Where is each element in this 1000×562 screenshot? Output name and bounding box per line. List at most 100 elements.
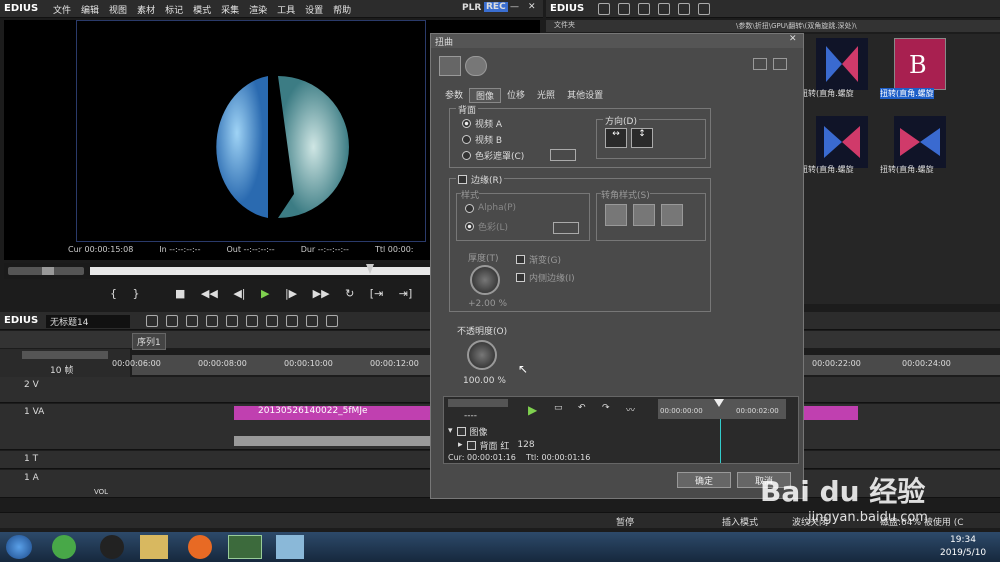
border-checkbox[interactable]: [458, 174, 467, 184]
border-color-swatch[interactable]: [553, 222, 579, 234]
paste-icon[interactable]: [286, 315, 298, 327]
overwrite-icon[interactable]: ⇥]: [399, 287, 413, 300]
collapse-icon[interactable]: ▸: [458, 440, 463, 450]
properties-icon[interactable]: [678, 3, 690, 15]
ok-button[interactable]: 确定: [677, 472, 731, 488]
color-swatch[interactable]: [550, 149, 576, 161]
position-slider[interactable]: [90, 267, 430, 275]
taskbar-app-icon[interactable]: [52, 535, 76, 559]
tab-other[interactable]: 其他设置: [561, 88, 609, 103]
status-insert-mode[interactable]: 插入模式: [722, 515, 758, 528]
radio-video-a[interactable]: [462, 118, 471, 128]
kf-loop-icon[interactable]: ▭: [554, 403, 563, 413]
menu-help[interactable]: 帮助: [333, 3, 351, 16]
horizontal-icon[interactable]: ↔: [605, 128, 627, 148]
open-icon[interactable]: [206, 315, 218, 327]
effect-label-4[interactable]: 扭转(直角.螺旋: [880, 164, 934, 175]
track-name[interactable]: 1 T: [24, 454, 38, 464]
vertical-icon[interactable]: ↕: [631, 128, 653, 148]
loop-icon[interactable]: ↻: [345, 287, 354, 300]
new-icon[interactable]: [186, 315, 198, 327]
set-out-icon[interactable]: }: [133, 287, 140, 300]
project-name[interactable]: 无标题14: [46, 315, 130, 328]
rewind-icon[interactable]: ◀◀: [201, 287, 218, 300]
thickness-knob[interactable]: [470, 265, 500, 295]
menu-render[interactable]: 渲染: [249, 3, 267, 16]
save-icon[interactable]: [226, 315, 238, 327]
radio-color[interactable]: [465, 221, 474, 231]
tab-image[interactable]: 图像: [469, 88, 502, 103]
menu-edit[interactable]: 编辑: [81, 3, 99, 16]
effect-thumb-2[interactable]: B: [894, 38, 946, 90]
kf-playhead[interactable]: [714, 399, 724, 407]
menu-clip[interactable]: 素材: [137, 3, 155, 16]
shuttle-slider[interactable]: [8, 267, 84, 275]
track-name[interactable]: 2 V: [24, 380, 39, 390]
opacity-knob[interactable]: [467, 340, 497, 370]
kf-play-icon[interactable]: ▶: [528, 403, 537, 417]
tab-lighting[interactable]: 光照: [531, 88, 561, 103]
search-icon[interactable]: [698, 3, 710, 15]
radio-alpha[interactable]: [465, 203, 474, 213]
plr-label[interactable]: PLR: [462, 3, 481, 13]
rec-label[interactable]: REC: [484, 2, 508, 12]
taskbar-explorer-icon[interactable]: [140, 535, 168, 559]
image-keyframe-checkbox[interactable]: [456, 426, 466, 436]
undo-icon[interactable]: [773, 58, 787, 70]
menu-mode[interactable]: 模式: [193, 3, 211, 16]
minimize-icon[interactable]: —: [510, 2, 519, 12]
menu-view[interactable]: 视图: [109, 3, 127, 16]
folder-icon[interactable]: [598, 3, 610, 15]
step-back-icon[interactable]: ◀|: [233, 287, 245, 300]
zoom-slider[interactable]: [22, 351, 108, 359]
up-icon[interactable]: [618, 3, 630, 15]
radio-video-b[interactable]: [462, 134, 471, 144]
keyframe-field[interactable]: ----: [464, 411, 477, 421]
cut-icon[interactable]: [246, 315, 258, 327]
kf-next-icon[interactable]: ↷: [602, 403, 610, 413]
new-sequence-icon[interactable]: [146, 315, 158, 327]
track-name[interactable]: 1 A: [24, 473, 39, 483]
ripple-icon[interactable]: [326, 315, 338, 327]
delete-icon[interactable]: [658, 3, 670, 15]
taskbar-firefox-icon[interactable]: [188, 535, 212, 559]
copy-icon[interactable]: [266, 315, 278, 327]
add-icon[interactable]: [638, 3, 650, 15]
effect-label-2[interactable]: 扭转(直角.螺旋: [880, 88, 934, 99]
step-forward-icon[interactable]: |▶: [285, 287, 297, 300]
inner-edge-checkbox[interactable]: [516, 272, 525, 282]
effect-label-3[interactable]: 扭转(直角.螺旋: [800, 164, 854, 175]
taskbar-app2-icon[interactable]: [276, 535, 304, 559]
effect-label-1[interactable]: 扭转(直角.螺旋: [800, 88, 854, 99]
menu-settings[interactable]: 设置: [305, 3, 323, 16]
taskbar-edius-icon[interactable]: [228, 535, 262, 559]
stop-icon[interactable]: ■: [175, 287, 185, 300]
play-icon[interactable]: ▶: [261, 287, 269, 300]
close-icon[interactable]: ✕: [528, 2, 536, 12]
expand-icon[interactable]: ▾: [448, 426, 453, 436]
kf-graph-icon[interactable]: 〰: [626, 403, 635, 416]
gradient-checkbox[interactable]: [516, 254, 525, 264]
paint-tool-icon[interactable]: [439, 56, 461, 76]
clock-time[interactable]: 19:34: [950, 535, 976, 545]
video-clip[interactable]: 20130526140022_5fMJe: [234, 406, 430, 420]
dialog-close-icon[interactable]: ✕: [789, 34, 797, 44]
track-name[interactable]: 1 VA: [24, 407, 44, 417]
corner-round-icon[interactable]: [633, 204, 655, 226]
preset-icon[interactable]: [753, 58, 767, 70]
kf-prev-icon[interactable]: ↶: [578, 403, 586, 413]
capture-icon[interactable]: [166, 315, 178, 327]
corner-bevel-icon[interactable]: [661, 204, 683, 226]
menu-file[interactable]: 文件: [53, 3, 71, 16]
menu-marker[interactable]: 标记: [165, 3, 183, 16]
menu-capture[interactable]: 采集: [221, 3, 239, 16]
effect-thumb-3[interactable]: [816, 116, 868, 168]
audio-clip[interactable]: [234, 436, 430, 446]
fast-forward-icon[interactable]: ▶▶: [313, 287, 330, 300]
stopwatch-icon[interactable]: [465, 56, 487, 76]
keyframe-slider[interactable]: [448, 399, 508, 407]
menu-tools[interactable]: 工具: [277, 3, 295, 16]
insert-icon[interactable]: [⇥: [370, 287, 384, 300]
effect-thumb-1[interactable]: [816, 38, 868, 90]
taskbar-qq-icon[interactable]: [100, 535, 124, 559]
